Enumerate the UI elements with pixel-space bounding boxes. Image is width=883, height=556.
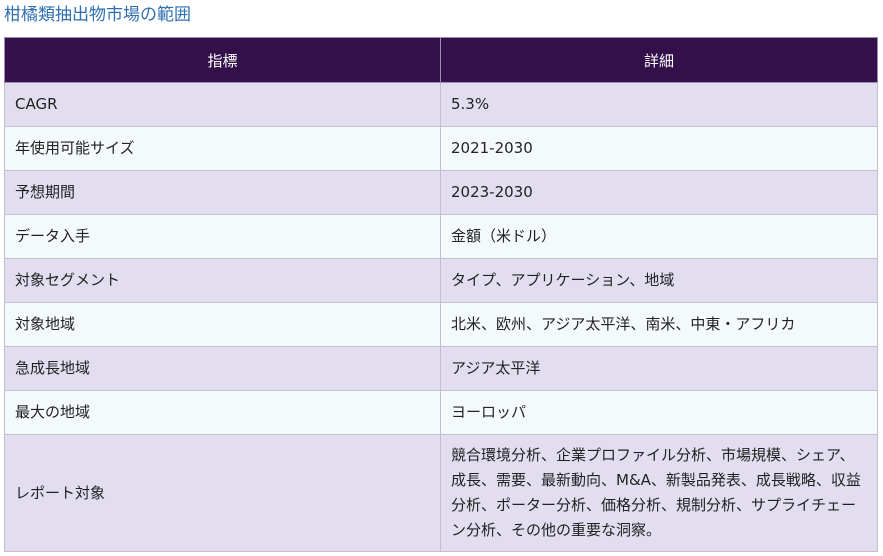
metric-cell: CAGR xyxy=(4,82,441,127)
detail-cell: 金額（米ドル） xyxy=(440,214,878,259)
detail-cell: 北米、欧州、アジア太平洋、南米、中東・アフリカ xyxy=(440,302,878,347)
table-row: レポート対象 競合環境分析、企業プロファイル分析、市場規模、シェア、成長、需要、… xyxy=(4,434,878,552)
detail-cell: 競合環境分析、企業プロファイル分析、市場規模、シェア、成長、需要、最新動向、M&… xyxy=(440,434,878,552)
header-metric: 指標 xyxy=(4,37,441,83)
market-scope-table: 指標 詳細 CAGR 5.3% 年使用可能サイズ 2021-2030 予想期間 … xyxy=(4,37,878,552)
page-title: 柑橘類抽出物市場の範囲 xyxy=(4,5,191,25)
metric-cell: データ入手 xyxy=(4,214,441,259)
metric-cell: 予想期間 xyxy=(4,170,441,215)
detail-cell: 2021-2030 xyxy=(440,126,878,171)
metric-cell: レポート対象 xyxy=(4,434,441,552)
metric-cell: 対象セグメント xyxy=(4,258,441,303)
detail-cell: タイプ、アプリケーション、地域 xyxy=(440,258,878,303)
detail-cell: 5.3% xyxy=(440,82,878,127)
table-row: CAGR 5.3% xyxy=(4,82,878,127)
header-detail: 詳細 xyxy=(440,37,878,83)
table-row: 急成長地域 アジア太平洋 xyxy=(4,346,878,391)
table-header-row: 指標 詳細 xyxy=(4,37,878,83)
metric-cell: 急成長地域 xyxy=(4,346,441,391)
table-row: 対象セグメント タイプ、アプリケーション、地域 xyxy=(4,258,878,303)
metric-cell: 年使用可能サイズ xyxy=(4,126,441,171)
detail-cell: アジア太平洋 xyxy=(440,346,878,391)
table-row: データ入手 金額（米ドル） xyxy=(4,214,878,259)
detail-cell: ヨーロッパ xyxy=(440,390,878,435)
table-row: 予想期間 2023-2030 xyxy=(4,170,878,215)
metric-cell: 対象地域 xyxy=(4,302,441,347)
metric-cell: 最大の地域 xyxy=(4,390,441,435)
table-row: 対象地域 北米、欧州、アジア太平洋、南米、中東・アフリカ xyxy=(4,302,878,347)
table-row: 最大の地域 ヨーロッパ xyxy=(4,390,878,435)
detail-cell: 2023-2030 xyxy=(440,170,878,215)
table-row: 年使用可能サイズ 2021-2030 xyxy=(4,126,878,171)
